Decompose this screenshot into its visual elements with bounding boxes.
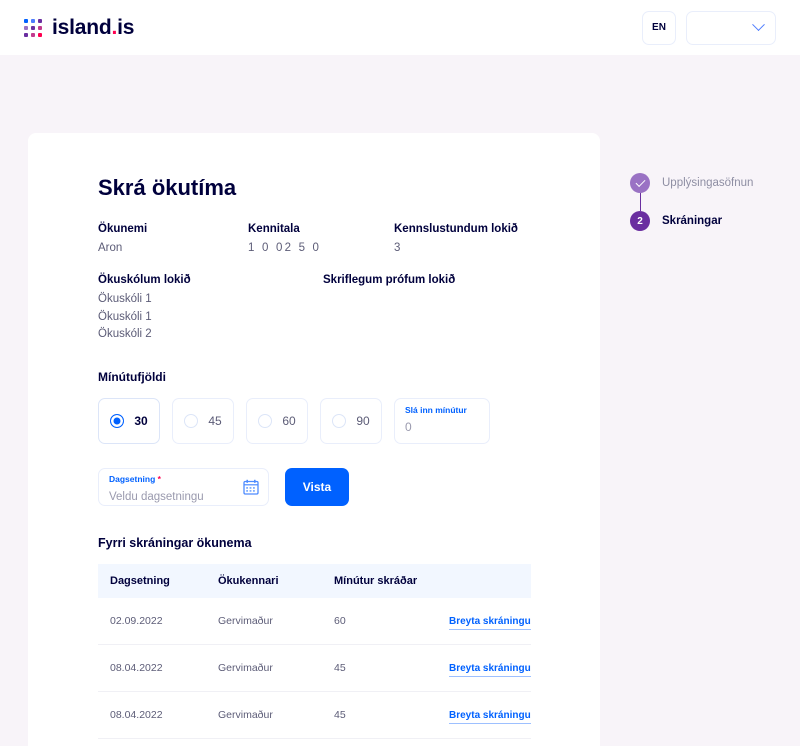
radio-icon: [332, 414, 347, 429]
edit-registration-link[interactable]: Breyta skráningu: [449, 663, 531, 678]
radio-icon: [184, 414, 199, 429]
info-value-schools-list: Ökuskóli 1 Ökuskóli 1 Ökuskóli 2: [98, 291, 323, 344]
brand-wordmark: island.is: [52, 16, 134, 40]
cell-minutes: 45: [322, 691, 437, 740]
cell-instructor: Gervimaður: [206, 598, 322, 646]
page-background: Skrá ökutíma Ökunemi Aron Kennitala 1 0 …: [0, 55, 800, 746]
registrations-table: Dagsetning Ökukennari Mínútur skráðar 02…: [98, 564, 531, 740]
language-toggle-button[interactable]: EN: [642, 10, 676, 45]
cell-date: 08.04.2022: [98, 691, 206, 740]
minutes-option-label: 60: [282, 414, 296, 429]
minutes-option-30[interactable]: 30: [98, 398, 160, 445]
language-label: EN: [652, 22, 666, 33]
column-header-instructor: Ökukennari: [206, 564, 322, 599]
registrations-table-title: Fyrri skráningar ökunema: [98, 536, 252, 551]
edit-registration-link[interactable]: Breyta skráningu: [449, 710, 531, 725]
minutes-option-60[interactable]: 60: [246, 398, 308, 445]
table-row: 08.04.2022 Gervimaður 45 Breyta skráning…: [98, 644, 531, 693]
cell-action: Breyta skráningu: [437, 691, 531, 740]
island-dots-icon: [24, 18, 42, 37]
stepper-bullet-completed: [630, 173, 650, 193]
date-picker-input[interactable]: Dagsetning * Veldu dagsetningu: [98, 468, 269, 507]
info-field-lessons: Kennslustundum lokið 3: [394, 223, 574, 258]
main-content-card: Skrá ökutíma Ökunemi Aron Kennitala 1 0 …: [28, 133, 600, 746]
stepper-label: Upplýsingasöfnun: [662, 177, 754, 189]
school-item: Ökuskóli 2: [98, 328, 152, 341]
school-item: Ökuskóli 1: [98, 310, 152, 323]
chevron-down-icon: [752, 18, 765, 32]
cell-date: 08.04.2022: [98, 644, 206, 693]
minutes-option-label: 90: [356, 414, 370, 429]
column-header-action: [437, 564, 531, 599]
cell-date: 02.09.2022: [98, 598, 206, 646]
stepper-step-upplysingasofnun[interactable]: Upplýsingasöfnun: [630, 167, 790, 211]
minutes-option-45[interactable]: 45: [172, 398, 234, 445]
info-value-kennitala: 1 0 02 5 0: [248, 242, 322, 254]
radio-icon: [258, 414, 273, 429]
cell-action: Breyta skráningu: [437, 598, 531, 646]
cell-instructor: Gervimaður: [206, 644, 322, 693]
cell-action: Breyta skráningu: [437, 644, 531, 693]
header-controls: EN: [642, 10, 776, 45]
brand-name: island: [52, 15, 112, 39]
date-field-label: Dagsetning *: [109, 474, 161, 485]
custom-minutes-input[interactable]: Slá inn mínútur 0: [394, 398, 490, 445]
school-item: Ökuskóli 1: [98, 292, 152, 305]
edit-registration-link[interactable]: Breyta skráningu: [449, 616, 531, 631]
info-field-kennitala: Kennitala 1 0 02 5 0: [248, 223, 394, 258]
progress-stepper: Upplýsingasöfnun 2 Skráningar: [630, 167, 790, 237]
info-field-schools: Ökuskólum lokið Ökuskóli 1 Ökuskóli 1 Ök…: [98, 274, 323, 344]
cell-minutes: 60: [322, 598, 437, 646]
info-label-lessons: Kennslustundum lokið: [394, 223, 518, 235]
custom-minutes-label: Slá inn mínútur: [405, 405, 467, 416]
table-row: 08.04.2022 Gervimaður 45 Breyta skráning…: [98, 691, 531, 740]
required-asterisk: *: [157, 474, 161, 485]
cell-instructor: Gervimaður: [206, 691, 322, 740]
table-header-row: Dagsetning Ökukennari Mínútur skráðar: [98, 564, 531, 599]
column-header-minutes: Mínútur skráðar: [322, 564, 437, 599]
minutes-option-90[interactable]: 90: [320, 398, 382, 445]
stepper-label: Skráningar: [662, 215, 723, 227]
minutes-option-label: 30: [134, 414, 148, 429]
schools-info-row: Ökuskólum lokið Ökuskóli 1 Ökuskóli 1 Ök…: [98, 274, 560, 344]
cell-minutes: 45: [322, 644, 437, 693]
check-icon: [635, 176, 645, 187]
user-menu-dropdown[interactable]: [686, 10, 776, 45]
column-header-date: Dagsetning: [98, 564, 206, 599]
info-field-written-exams: Skriflegum prófum lokið: [323, 274, 455, 344]
info-label-student: Ökunemi: [98, 223, 148, 235]
info-label-schools: Ökuskólum lokið: [98, 273, 191, 286]
custom-minutes-value: 0: [405, 420, 412, 435]
info-label-kennitala: Kennitala: [248, 223, 300, 235]
top-header-bar: island.is EN: [0, 0, 800, 55]
stepper-step-skraningar[interactable]: 2 Skráningar: [630, 205, 790, 237]
date-placeholder: Veldu dagsetningu: [109, 491, 204, 504]
save-button[interactable]: Vista: [285, 468, 349, 507]
minutes-radio-group: 30 45 60 90 Slá inn mínútur 0: [98, 398, 560, 445]
info-field-student: Ökunemi Aron: [98, 223, 248, 258]
minutes-option-label: 45: [208, 414, 222, 429]
brand-logo[interactable]: island.is: [24, 16, 134, 40]
minutes-section-label: Mínútufjöldi: [98, 370, 166, 385]
brand-tld: is: [117, 15, 135, 39]
calendar-icon[interactable]: [243, 479, 259, 495]
table-row: 02.09.2022 Gervimaður 60 Breyta skráning…: [98, 598, 531, 646]
stepper-bullet-active: 2: [630, 211, 650, 231]
radio-icon: [110, 414, 125, 429]
info-label-written-exams: Skriflegum prófum lokið: [323, 273, 456, 286]
info-value-lessons: 3: [394, 242, 401, 254]
info-value-student: Aron: [98, 242, 123, 254]
date-and-save-row: Dagsetning * Veldu dagsetningu Vista: [98, 468, 560, 507]
page-title: Skrá ökutíma: [98, 175, 237, 200]
student-info-row: Ökunemi Aron Kennitala 1 0 02 5 0 Kennsl…: [98, 223, 560, 258]
